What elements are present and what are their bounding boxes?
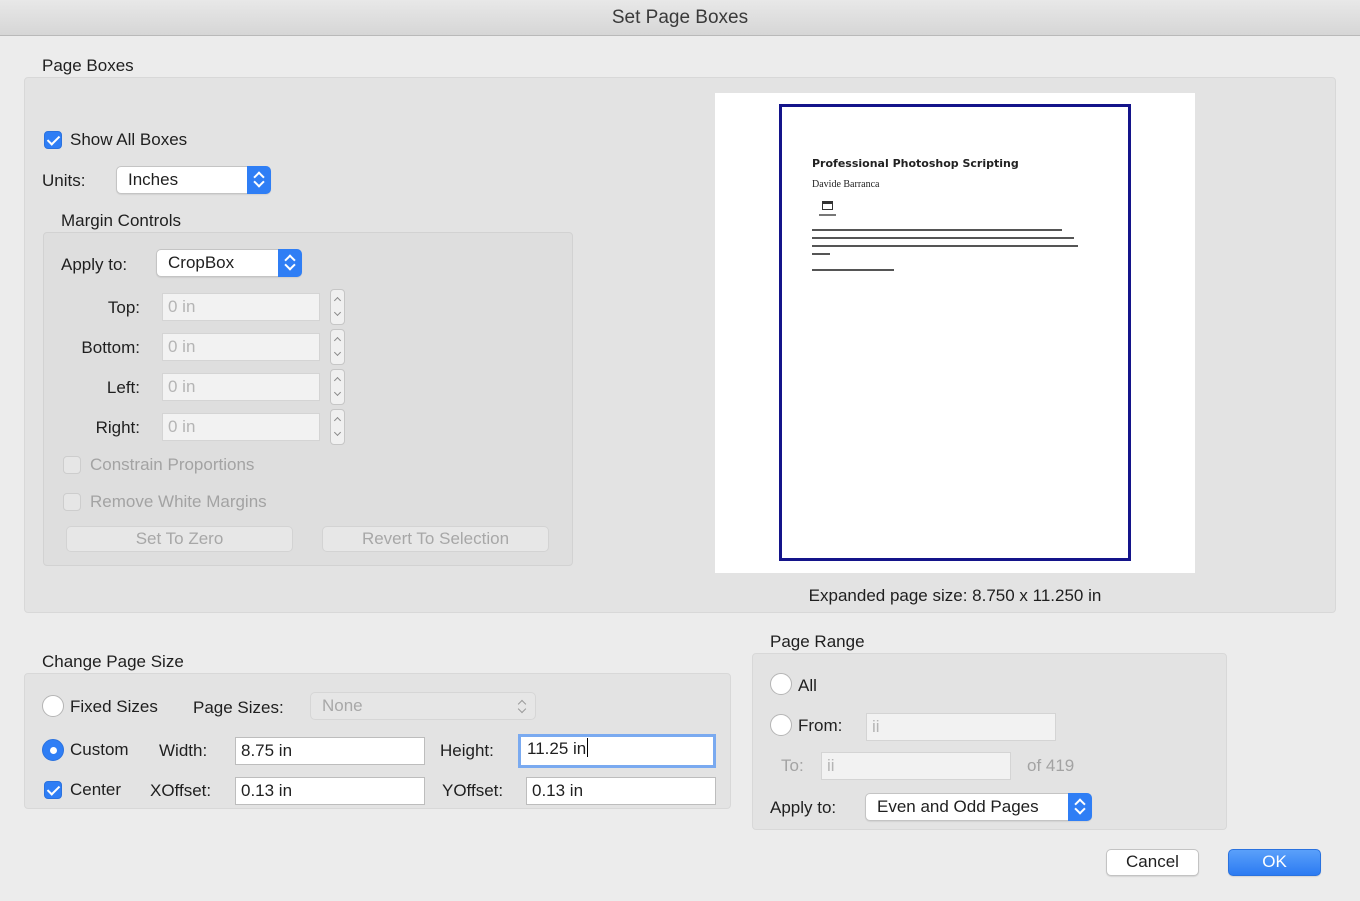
all-pages-label: All	[798, 676, 817, 695]
right-field-placeholder: 0 in	[168, 417, 196, 436]
set-to-zero-button[interactable]: Set To Zero	[66, 526, 293, 552]
chevron-updown-icon	[1068, 793, 1092, 821]
range-apply-to-value: Even and Odd Pages	[877, 797, 1039, 816]
units-select[interactable]: Inches	[116, 166, 271, 194]
preview-text-line	[812, 245, 1078, 247]
remove-white-margins-label: Remove White Margins	[90, 492, 267, 511]
top-field-placeholder: 0 in	[168, 297, 196, 316]
preview-text-line	[812, 237, 1074, 239]
width-value: 8.75 in	[241, 741, 293, 760]
all-pages-radio[interactable]	[770, 673, 792, 695]
xoffset-label: XOffset:	[150, 781, 212, 800]
custom-label: Custom	[70, 740, 129, 759]
bottom-field-placeholder: 0 in	[168, 337, 196, 356]
xoffset-input[interactable]: 0.13 in	[235, 777, 425, 805]
xoffset-value: 0.13 in	[241, 781, 293, 800]
margin-apply-to-value: CropBox	[168, 253, 235, 272]
page-range-section-title: Page Range	[770, 632, 865, 651]
window-title-bar: Set Page Boxes	[0, 0, 1360, 36]
fixed-sizes-label: Fixed Sizes	[70, 697, 158, 716]
page-boundary-box: Professional Photoshop Scripting Davide …	[779, 104, 1131, 561]
preview-text-line	[812, 269, 894, 271]
right-label: Right:	[95, 418, 140, 437]
to-page-input[interactable]: ii	[821, 752, 1011, 780]
custom-radio[interactable]	[42, 739, 64, 761]
cancel-button[interactable]: Cancel	[1106, 849, 1199, 876]
height-input[interactable]: 11.25 in	[518, 734, 716, 768]
yoffset-label: YOffset:	[442, 781, 504, 800]
revert-to-selection-button[interactable]: Revert To Selection	[322, 526, 549, 552]
top-field[interactable]: 0 in	[162, 293, 320, 321]
width-label: Width:	[159, 741, 208, 760]
preview-book-icon	[822, 201, 833, 210]
page-sizes-value: None	[322, 696, 363, 715]
left-stepper[interactable]	[330, 369, 345, 405]
page-sizes-label: Page Sizes:	[193, 698, 284, 717]
yoffset-input[interactable]: 0.13 in	[526, 777, 716, 805]
height-label: Height:	[440, 741, 494, 760]
to-label: To:	[781, 756, 804, 775]
right-field[interactable]: 0 in	[162, 413, 320, 441]
constrain-proportions-label: Constrain Proportions	[90, 455, 255, 474]
from-label: From:	[798, 716, 843, 735]
expanded-page-size-text: Expanded page size: 8.750 x 11.250 in	[808, 586, 1102, 605]
preview-doc-title: Professional Photoshop Scripting	[812, 157, 1019, 170]
ok-button[interactable]: OK	[1228, 849, 1321, 876]
chevron-updown-icon	[247, 166, 271, 194]
left-field-placeholder: 0 in	[168, 377, 196, 396]
change-page-size-section-title: Change Page Size	[42, 652, 184, 671]
constrain-proportions-checkbox[interactable]	[63, 456, 81, 474]
window-title: Set Page Boxes	[611, 7, 749, 28]
left-field[interactable]: 0 in	[162, 373, 320, 401]
yoffset-value: 0.13 in	[532, 781, 584, 800]
margin-controls-title: Margin Controls	[61, 211, 181, 230]
bottom-stepper[interactable]	[330, 329, 345, 365]
units-value: Inches	[128, 170, 179, 189]
page-count-text: of 419	[1027, 756, 1075, 775]
page-boxes-section-title: Page Boxes	[42, 56, 134, 75]
top-label: Top:	[107, 298, 140, 317]
range-apply-to-select[interactable]: Even and Odd Pages	[865, 793, 1092, 821]
from-page-input[interactable]: ii	[866, 713, 1056, 741]
chevron-updown-icon	[517, 699, 527, 715]
show-all-boxes-checkbox[interactable]	[44, 131, 62, 149]
preview-text-line	[812, 253, 830, 255]
range-apply-to-label: Apply to:	[770, 798, 837, 817]
left-label: Left:	[106, 378, 140, 397]
chevron-updown-icon	[278, 249, 302, 277]
margin-apply-to-select[interactable]: CropBox	[156, 249, 302, 277]
show-all-boxes-label: Show All Boxes	[70, 130, 188, 149]
margin-apply-to-label: Apply to:	[61, 255, 128, 274]
to-page-placeholder: ii	[827, 756, 835, 775]
preview-doc-author: Davide Barranca	[812, 179, 880, 190]
bottom-label: Bottom:	[81, 338, 140, 357]
units-label: Units:	[42, 171, 86, 190]
center-label: Center	[70, 780, 122, 799]
center-checkbox[interactable]	[44, 781, 62, 799]
width-input[interactable]: 8.75 in	[235, 737, 425, 765]
text-caret	[587, 738, 589, 757]
page-sizes-select[interactable]: None	[310, 692, 536, 720]
from-page-placeholder: ii	[872, 717, 880, 736]
top-stepper[interactable]	[330, 289, 345, 325]
preview-logo-caption	[819, 214, 836, 216]
height-value: 11.25 in	[527, 739, 587, 758]
fixed-sizes-radio[interactable]	[42, 695, 64, 717]
preview-text-line	[812, 229, 1062, 231]
remove-white-margins-checkbox[interactable]	[63, 493, 81, 511]
right-stepper[interactable]	[330, 409, 345, 445]
bottom-field[interactable]: 0 in	[162, 333, 320, 361]
from-radio[interactable]	[770, 714, 792, 736]
